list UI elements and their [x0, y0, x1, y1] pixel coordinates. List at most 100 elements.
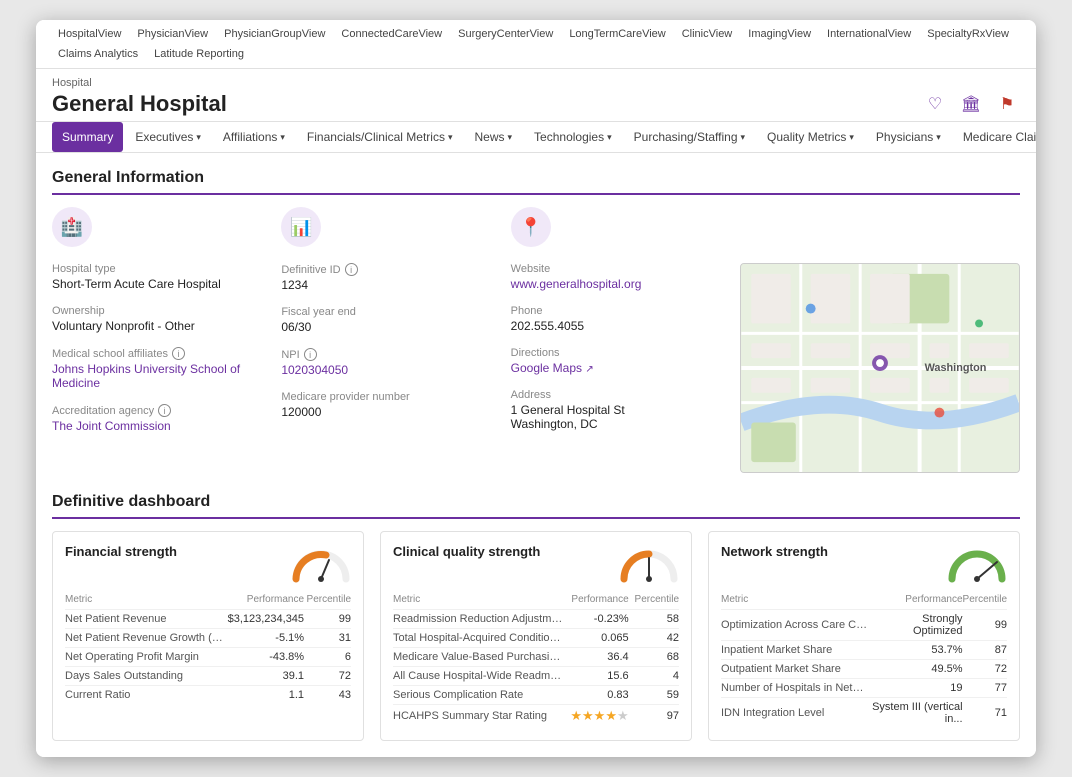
metric-pct: 99: [304, 610, 351, 629]
top-nav-item-clinicview[interactable]: ClinicView: [676, 26, 739, 42]
table-row: Medicare Value-Based Purchasing Tot... 3…: [393, 648, 679, 667]
metric-name: Serious Complication Rate: [393, 686, 563, 705]
definitive-id-info-icon[interactable]: i: [345, 263, 358, 276]
map-container[interactable]: Washington: [740, 263, 1020, 473]
med-school-field: Medical school affiliates i Johns Hopkin…: [52, 347, 261, 390]
med-school-info-icon[interactable]: i: [172, 347, 185, 360]
top-nav: HospitalViewPhysicianViewPhysicianGroupV…: [36, 20, 1036, 69]
table-row: Readmission Reduction Adjustment Pe... -…: [393, 610, 679, 629]
table-row: Net Operating Profit Margin -43.8% 6: [65, 648, 351, 667]
metric-name: Current Ratio: [65, 686, 223, 705]
directions-value[interactable]: Google Maps ↗: [511, 361, 720, 375]
metric-pct: 97: [629, 705, 679, 728]
metric-perf: 1.1: [223, 686, 304, 705]
metric-perf: -0.23%: [563, 610, 629, 629]
financial-col-perf: Performance: [223, 594, 304, 610]
heart-icon[interactable]: ♡: [922, 91, 948, 117]
address-value: 1 General Hospital StWashington, DC: [511, 403, 720, 431]
metric-perf: ★★★★★: [563, 705, 629, 728]
hospital-header: Hospital General Hospital ♡ 🏛 ⚑: [36, 69, 1036, 122]
accreditation-info-icon[interactable]: i: [158, 404, 171, 417]
table-row: Net Patient Revenue $3,123,234,345 99: [65, 610, 351, 629]
metric-name: Inpatient Market Share: [721, 641, 871, 660]
network-col-perf: Performance: [871, 594, 963, 610]
tab-technologies[interactable]: Technologies ▾: [524, 122, 622, 152]
flag-icon[interactable]: ⚑: [994, 91, 1020, 117]
metric-perf: 0.83: [563, 686, 629, 705]
directions-field: Directions Google Maps ↗: [511, 347, 720, 375]
tab-purchasing[interactable]: Purchasing/Staffing ▾: [624, 122, 755, 152]
clinical-card: Clinical quality strength Metric: [380, 531, 692, 741]
financial-col-pct: Percentile: [304, 594, 351, 610]
metric-perf: 53.7%: [871, 641, 963, 660]
metric-pct: 42: [629, 629, 679, 648]
accreditation-field: Accreditation agency i The Joint Commiss…: [52, 404, 261, 433]
table-row: Outpatient Market Share 49.5% 72: [721, 660, 1007, 679]
top-nav-item-physicianview[interactable]: PhysicianView: [131, 26, 214, 42]
metric-name: Optimization Across Care Continu...: [721, 610, 871, 641]
tab-physicians[interactable]: Physicians ▾: [866, 122, 951, 152]
clinical-col-perf: Performance: [563, 594, 629, 610]
table-row: All Cause Hospital-Wide Readmission ... …: [393, 667, 679, 686]
top-nav-item-physiciangroupview[interactable]: PhysicianGroupView: [218, 26, 331, 42]
top-nav-item-longtermcareview[interactable]: LongTermCareView: [563, 26, 671, 42]
tab-financials[interactable]: Financials/Clinical Metrics ▾: [297, 122, 463, 152]
financial-col-metric: Metric: [65, 594, 223, 610]
med-school-value[interactable]: Johns Hopkins University School of Medic…: [52, 362, 261, 390]
top-nav-item-hospitalview[interactable]: HospitalView: [52, 26, 127, 42]
tab-executives[interactable]: Executives ▾: [125, 122, 211, 152]
star-rating: ★★★★★: [570, 708, 628, 723]
metric-pct: 99: [963, 610, 1007, 641]
tab-medicare[interactable]: Medicare Claims ▾: [953, 122, 1036, 152]
table-row: IDN Integration Level System III (vertic…: [721, 698, 1007, 729]
clinical-card-title: Clinical quality strength: [393, 544, 540, 559]
tab-news[interactable]: News ▾: [465, 122, 523, 152]
accreditation-label: Accreditation agency i: [52, 404, 261, 417]
browser-frame: HospitalViewPhysicianViewPhysicianGroupV…: [36, 20, 1036, 757]
metric-pct: 77: [963, 679, 1007, 698]
npi-value[interactable]: 1020304050: [281, 363, 490, 377]
building-icon[interactable]: 🏛: [958, 91, 984, 117]
table-row: Number of Hospitals in Network 19 77: [721, 679, 1007, 698]
top-nav-item-claims-analytics[interactable]: Claims Analytics: [52, 46, 144, 62]
definitive-id-label: Definitive ID i: [281, 263, 490, 276]
top-nav-item-specialtyrxview[interactable]: SpecialtyRxView: [921, 26, 1015, 42]
phone-value: 202.555.4055: [511, 319, 720, 333]
top-nav-item-connectedcareview[interactable]: ConnectedCareView: [335, 26, 448, 42]
npi-field: NPI i 1020304050: [281, 348, 490, 377]
definitive-id-value: 1234: [281, 278, 490, 292]
directions-label: Directions: [511, 347, 720, 359]
metric-pct: 4: [629, 667, 679, 686]
ownership-label: Ownership: [52, 305, 261, 317]
info-col-3: Website www.generalhospital.org Phone 20…: [511, 263, 740, 473]
top-nav-item-internationalview[interactable]: InternationalView: [821, 26, 917, 42]
medicare-provider-field: Medicare provider number 120000: [281, 391, 490, 419]
website-value[interactable]: www.generalhospital.org: [511, 277, 720, 291]
top-nav-item-surgerycenterview[interactable]: SurgeryCenterView: [452, 26, 559, 42]
fiscal-year-label: Fiscal year end: [281, 306, 490, 318]
metric-pct: 6: [304, 648, 351, 667]
website-field: Website www.generalhospital.org: [511, 263, 720, 291]
metric-name: Readmission Reduction Adjustment Pe...: [393, 610, 563, 629]
hospital-type-field: Hospital type Short-Term Acute Care Hosp…: [52, 263, 261, 291]
hospital-title: General Hospital: [52, 91, 227, 117]
accreditation-value[interactable]: The Joint Commission: [52, 419, 261, 433]
hospital-type-icon: 🏥: [52, 207, 92, 247]
metric-perf: 49.5%: [871, 660, 963, 679]
website-label: Website: [511, 263, 720, 275]
tab-summary[interactable]: Summary: [52, 122, 123, 152]
metric-pct: 71: [963, 698, 1007, 729]
tab-affiliations[interactable]: Affiliations ▾: [213, 122, 295, 152]
top-nav-item-imagingview[interactable]: ImagingView: [742, 26, 817, 42]
top-nav-item-latitude-reporting[interactable]: Latitude Reporting: [148, 46, 250, 62]
metric-name: Net Patient Revenue: [65, 610, 223, 629]
clinical-col-pct: Percentile: [629, 594, 679, 610]
npi-info-icon[interactable]: i: [304, 348, 317, 361]
clinical-gauge: [619, 544, 679, 584]
metric-pct: 58: [629, 610, 679, 629]
tab-quality[interactable]: Quality Metrics ▾: [757, 122, 864, 152]
medicare-provider-value: 120000: [281, 405, 490, 419]
metric-perf: -5.1%: [223, 629, 304, 648]
definitive-id-field: Definitive ID i 1234: [281, 263, 490, 292]
table-row: Net Patient Revenue Growth (1 year) -5.1…: [65, 629, 351, 648]
